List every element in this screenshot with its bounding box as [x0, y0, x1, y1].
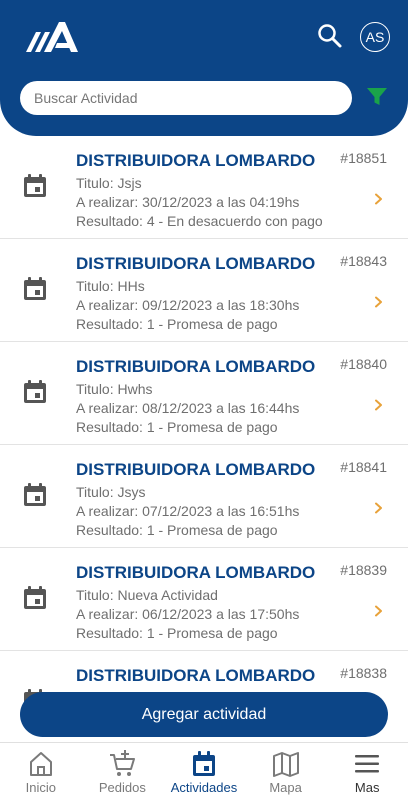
tab-label: Actividades [170, 780, 238, 795]
tab-label: Pedidos [98, 780, 146, 795]
activity-list: DISTRIBUIDORA LOMBARDO #18851 Titulo: Jsjs… [0, 136, 408, 742]
chevron-right-icon[interactable] [374, 605, 384, 617]
calendar-icon [24, 277, 46, 300]
calendar-icon [24, 174, 46, 197]
activity-result: Resultado: 1 - Promesa de pago [76, 419, 278, 435]
chevron-right-icon[interactable] [374, 399, 384, 411]
activity-title: Titulo: Hwhs [76, 381, 153, 397]
map-icon [272, 752, 299, 777]
search-activity-input[interactable] [20, 81, 352, 115]
activity-list-item[interactable]: DISTRIBUIDORA LOMBARDO #18839 Titulo: Nuev… [0, 548, 408, 651]
activity-list-item[interactable]: DISTRIBUIDORA LOMBARDO #18841 Titulo: Jsys… [0, 445, 408, 548]
activity-number: #18851 [340, 150, 387, 166]
activity-list-item[interactable]: DISTRIBUIDORA LOMBARDO #18843 Titulo: HHs A… [0, 239, 408, 342]
calendar-icon [192, 751, 215, 776]
tab-label: Mas [354, 780, 380, 795]
activity-number: #18841 [340, 459, 387, 475]
calendar-icon [24, 380, 46, 403]
calendar-icon [24, 483, 46, 506]
chevron-right-icon[interactable] [374, 502, 384, 514]
filter-icon[interactable] [366, 86, 388, 108]
calendar-icon [24, 586, 46, 609]
chevron-right-icon[interactable] [374, 296, 384, 308]
activity-number: #18838 [340, 665, 387, 681]
activity-title: Titulo: Nueva Actividad [76, 587, 218, 603]
cart-plus-icon [110, 750, 136, 776]
tab-actividades[interactable]: Actividades [163, 743, 245, 800]
menu-icon [355, 755, 380, 773]
activity-date: A realizar: 07/12/2023 a las 16:51hs [76, 503, 300, 519]
activity-company: DISTRIBUIDORA LOMBARDO [76, 666, 316, 685]
activity-company: DISTRIBUIDORA LOMBARDO [76, 357, 316, 376]
activity-list-item[interactable]: DISTRIBUIDORA LOMBARDO #18840 Titulo: Hwhs… [0, 342, 408, 445]
home-icon [29, 752, 52, 776]
user-avatar[interactable]: AS [360, 22, 390, 52]
activity-company: DISTRIBUIDORA LOMBARDO [76, 254, 316, 273]
activity-date: A realizar: 08/12/2023 a las 16:44hs [76, 400, 300, 416]
activity-title: Titulo: Jsjs [76, 175, 142, 191]
tab-label: Mapa [269, 780, 302, 795]
activity-result: Resultado: 4 - En desacuerdo con pago [76, 213, 323, 229]
activity-title: Titulo: Jsys [76, 484, 146, 500]
activity-date: A realizar: 06/12/2023 a las 17:50hs [76, 606, 300, 622]
chevron-right-icon[interactable] [374, 193, 384, 205]
activity-title: Titulo: HHs [76, 278, 145, 294]
tab-mas[interactable]: Mas [326, 743, 408, 800]
activity-result: Resultado: 1 - Promesa de pago [76, 522, 278, 538]
activity-list-item[interactable]: DISTRIBUIDORA LOMBARDO #18851 Titulo: Jsjs… [0, 136, 408, 239]
activity-date: A realizar: 30/12/2023 a las 04:19hs [76, 194, 300, 210]
brand-logo-icon [26, 22, 78, 52]
activity-company: DISTRIBUIDORA LOMBARDO [76, 460, 316, 479]
tab-pedidos[interactable]: Pedidos [82, 743, 164, 800]
search-icon[interactable] [316, 22, 344, 50]
bottom-tab-bar: Inicio Pedidos Actividades Mapa Mas [0, 742, 408, 800]
activity-date: A realizar: 09/12/2023 a las 18:30hs [76, 297, 300, 313]
activity-result: Resultado: 1 - Promesa de pago [76, 316, 278, 332]
tab-mapa[interactable]: Mapa [245, 743, 327, 800]
activity-number: #18839 [340, 562, 387, 578]
app-header: AS [0, 0, 408, 136]
activity-number: #18843 [340, 253, 387, 269]
activity-company: DISTRIBUIDORA LOMBARDO [76, 151, 316, 170]
tab-inicio[interactable]: Inicio [0, 743, 82, 800]
add-activity-button[interactable]: Agregar actividad [20, 692, 388, 737]
activity-company: DISTRIBUIDORA LOMBARDO [76, 563, 316, 582]
tab-label: Inicio [25, 780, 56, 795]
app-screen: AS DISTRIBUIDORA LOMBARDO #18851 Titulo: J… [0, 0, 408, 800]
activity-result: Resultado: 1 - Promesa de pago [76, 625, 278, 641]
activity-number: #18840 [340, 356, 387, 372]
